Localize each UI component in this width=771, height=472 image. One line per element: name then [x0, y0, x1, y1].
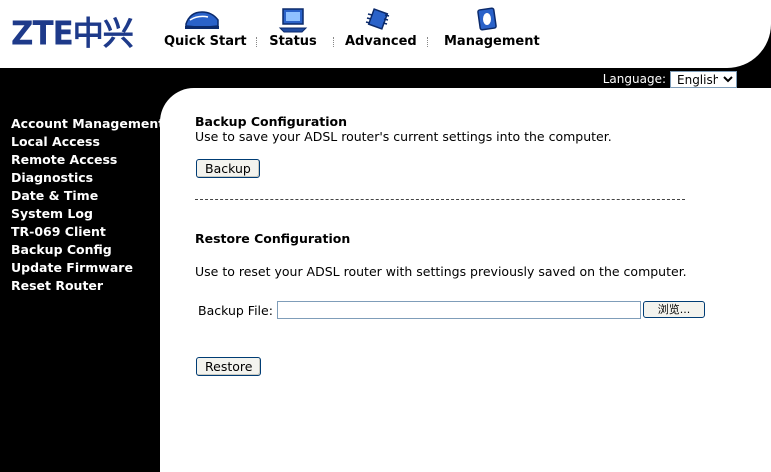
nav-label: Status — [269, 34, 317, 49]
nav-status[interactable]: Status — [268, 6, 318, 62]
nav-label: Quick Start — [164, 34, 247, 49]
nav-advanced[interactable]: Advanced — [345, 6, 417, 62]
nav-quick-start[interactable]: Quick Start — [164, 6, 247, 62]
backup-description: Use to save your ADSL router's current s… — [195, 129, 612, 144]
sidebar-item-tr069-client[interactable]: TR-069 Client — [11, 223, 164, 241]
sidebar-item-account-management[interactable]: Account Management — [11, 115, 164, 133]
sidebar: Account Management Local Access Remote A… — [11, 115, 164, 295]
browse-button[interactable]: 浏览... — [643, 301, 705, 318]
sidebar-item-diagnostics[interactable]: Diagnostics — [11, 169, 164, 187]
nav-separator — [333, 37, 334, 47]
nav-management[interactable]: Management — [444, 6, 540, 62]
management-gear-icon — [477, 7, 497, 31]
content-panel: Backup Configuration Use to save your AD… — [160, 88, 771, 472]
header-bar: ZTE中兴 Quick Start Status Advanced Manage… — [0, 0, 771, 68]
restore-description: Use to reset your ADSL router with setti… — [195, 264, 687, 279]
nav-separator — [256, 37, 257, 47]
sidebar-item-update-firmware[interactable]: Update Firmware — [11, 259, 164, 277]
zte-logo: ZTE中兴 — [11, 15, 134, 53]
status-monitor-icon — [278, 8, 308, 33]
language-selector: Language: English — [603, 70, 737, 88]
sidebar-item-local-access[interactable]: Local Access — [11, 133, 164, 151]
sidebar-item-backup-config[interactable]: Backup Config — [11, 241, 164, 259]
nav-label: Advanced — [345, 34, 417, 49]
sidebar-item-remote-access[interactable]: Remote Access — [11, 151, 164, 169]
backup-file-input[interactable] — [277, 301, 641, 319]
section-divider — [195, 199, 685, 200]
sidebar-item-system-log[interactable]: System Log — [11, 205, 164, 223]
restore-button[interactable]: Restore — [196, 357, 262, 376]
backup-file-label: Backup File: — [198, 303, 273, 318]
backup-button[interactable]: Backup — [196, 159, 260, 178]
language-label: Language: — [602, 72, 666, 86]
quick-start-shoe-icon — [185, 11, 219, 29]
nav-label: Management — [444, 34, 540, 49]
nav-separator — [427, 37, 428, 47]
language-select[interactable]: English — [670, 70, 737, 88]
backup-title: Backup Configuration — [195, 114, 348, 129]
sidebar-item-date-time[interactable]: Date & Time — [11, 187, 164, 205]
restore-title: Restore Configuration — [195, 231, 351, 246]
advanced-chip-icon — [365, 8, 390, 30]
sidebar-item-reset-router[interactable]: Reset Router — [11, 277, 164, 295]
